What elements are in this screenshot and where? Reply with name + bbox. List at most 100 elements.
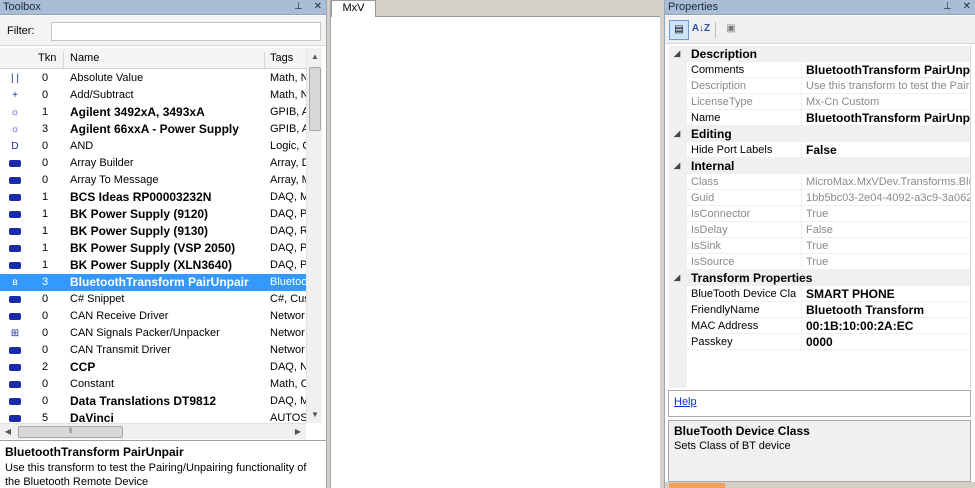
toolbox-item[interactable]: 1 BCS Ideas RP00003232N DAQ, M <box>0 189 307 206</box>
toolbox-item[interactable]: 1 BK Power Supply (9130) DAQ, R <box>0 223 307 240</box>
property-value[interactable]: 0000 <box>801 334 970 350</box>
toolbox-item[interactable]: 1 BK Power Supply (XLN3640) DAQ, P <box>0 257 307 274</box>
toolbox-item[interactable]: 0 CAN Transmit Driver Networ <box>0 342 307 359</box>
toolbox-item[interactable]: ☼ 3 Agilent 66xxA - Power Supply GPIB, A <box>0 121 307 138</box>
toolbox-vertical-scrollbar[interactable]: ▲ ▼ <box>306 49 322 423</box>
property-row[interactable]: Name BluetoothTransform PairUnpair <box>669 110 970 126</box>
toolbox-item[interactable]: 5 DaVinci AUTOS <box>0 410 307 423</box>
help-link[interactable]: Help <box>674 396 697 408</box>
toolbox-item[interactable]: 0 Array To Message Array, M <box>0 172 307 189</box>
collapse-icon[interactable]: ◢ <box>674 270 680 286</box>
toolbox-item-tags: GPIB, A <box>270 106 306 118</box>
toolbox-item[interactable]: +0 Add/Subtract Math, N <box>0 87 307 104</box>
scroll-left-icon[interactable]: ◀ <box>0 424 16 440</box>
toolbox-item-token: 1 <box>42 191 49 203</box>
toolbox-item[interactable]: ʙ 3 BluetoothTransform PairUnpair Bluetoo <box>0 274 307 291</box>
property-value[interactable]: Mx-Cn Custom <box>801 94 970 110</box>
toolbox-item-name: CAN Receive Driver <box>70 310 169 322</box>
toolbox-item[interactable]: ☼ 1 Agilent 3492xA, 3493xA GPIB, A <box>0 104 307 121</box>
property-row[interactable]: LicenseType Mx-Cn Custom <box>669 94 970 110</box>
property-row[interactable]: Comments BluetoothTransform PairUnpair <box>669 62 970 78</box>
property-value[interactable]: BluetoothTransform PairUnpair <box>801 62 970 78</box>
property-value[interactable]: Bluetooth Transform <box>801 302 970 318</box>
column-header-name[interactable]: Name <box>70 52 99 64</box>
alphabetical-icon[interactable]: A↓Z <box>691 20 711 40</box>
property-name: BlueTooth Device Cla <box>691 288 797 300</box>
tab-mxv[interactable]: MxV <box>331 0 376 17</box>
property-grid: ◢ Description Comments BluetoothTransform P… <box>669 46 970 388</box>
toolbox-item[interactable]: 2 CCP DAQ, N <box>0 359 307 376</box>
property-row[interactable]: Class MicroMax.MxVDev.Transforms.Bluetoot… <box>669 174 970 190</box>
property-value[interactable]: 00:1B:10:00:2A:EC <box>801 318 970 334</box>
toolbox-horizontal-scrollbar[interactable]: ◀ ⦀ ▶ <box>0 423 306 439</box>
property-category[interactable]: ◢ Editing <box>669 126 970 142</box>
toolbox-item[interactable]: 1 BK Power Supply (VSP 2050) DAQ, P <box>0 240 307 257</box>
property-pages-icon[interactable]: ▣ <box>721 20 741 40</box>
toolbox-item-name: Agilent 66xxA - Power Supply <box>70 122 239 136</box>
property-row[interactable]: Description Use this transform to test th… <box>669 78 970 94</box>
property-category[interactable]: ◢ Description <box>669 46 970 62</box>
property-row[interactable]: IsSink True <box>669 238 970 254</box>
collapse-icon[interactable]: ◢ <box>674 158 680 174</box>
property-name: FriendlyName <box>691 304 760 316</box>
property-value[interactable]: BluetoothTransform PairUnpair <box>801 110 970 126</box>
property-category[interactable]: ◢ Transform Properties <box>669 270 970 286</box>
categorized-icon[interactable]: ▤ <box>669 20 689 40</box>
property-row[interactable]: Guid 1bb5bc03-2e04-4092-a3c9-3a062c9 <box>669 190 970 206</box>
column-header-token[interactable]: Tkn <box>38 52 56 64</box>
connector-icon <box>8 395 22 408</box>
column-separator[interactable] <box>264 52 265 69</box>
column-header-tags[interactable]: Tags <box>270 52 293 64</box>
property-value[interactable]: False <box>801 142 970 158</box>
property-row[interactable]: MAC Address 00:1B:10:00:2A:EC <box>669 318 970 334</box>
toolbox-item[interactable]: | | 0 Absolute Value Math, N <box>0 70 307 87</box>
property-value[interactable]: 1bb5bc03-2e04-4092-a3c9-3a062c9 <box>801 190 970 206</box>
toolbox-item[interactable]: 0 Constant Math, C <box>0 376 307 393</box>
scroll-down-icon[interactable]: ▼ <box>307 407 323 423</box>
toolbox-item[interactable]: 0 Array Builder Array, D <box>0 155 307 172</box>
pin-icon[interactable]: ⊥ <box>943 1 952 12</box>
collapse-icon[interactable]: ◢ <box>674 126 680 142</box>
property-row[interactable]: Hide Port Labels False <box>669 142 970 158</box>
scroll-thumb[interactable] <box>309 67 321 131</box>
property-row[interactable]: Passkey 0000 <box>669 334 970 350</box>
property-row[interactable]: IsSource True <box>669 254 970 270</box>
toolbox-item[interactable]: ⊞ 0 CAN Signals Packer/Unpacker Networ <box>0 325 307 342</box>
toolbox-item[interactable]: 0 Data Translations DT9812 DAQ, M <box>0 393 307 410</box>
filter-input[interactable] <box>51 22 321 41</box>
network-icon: ⊞ <box>10 328 20 339</box>
column-separator[interactable] <box>63 52 64 69</box>
property-value[interactable]: True <box>801 254 970 270</box>
scroll-up-icon[interactable]: ▲ <box>307 49 323 65</box>
toolbox-item[interactable]: 0 CAN Receive Driver Networ <box>0 308 307 325</box>
property-value[interactable]: SMART PHONE <box>801 286 970 302</box>
property-value[interactable]: MicroMax.MxVDev.Transforms.Bluetooth <box>801 174 970 190</box>
property-value[interactable]: False <box>801 222 970 238</box>
toolbox-item-token: 0 <box>42 157 49 169</box>
close-icon[interactable]: ✕ <box>314 1 322 12</box>
property-name: LicenseType <box>691 96 753 108</box>
scroll-thumb[interactable]: ⦀ <box>18 426 123 438</box>
toolbox-description-pane: BluetoothTransform PairUnpair Use this t… <box>0 440 326 488</box>
property-name: Guid <box>691 192 715 204</box>
pin-icon[interactable]: ⊥ <box>294 1 303 12</box>
property-value[interactable]: Use this transform to test the Pairing/U <box>801 78 970 94</box>
property-value[interactable]: True <box>801 238 970 254</box>
property-value[interactable]: True <box>801 206 970 222</box>
property-category[interactable]: ◢ Internal <box>669 158 970 174</box>
toolbox-item[interactable]: D 0 AND Logic, C <box>0 138 307 155</box>
close-icon[interactable]: ✕ <box>963 1 971 12</box>
toolbox-item-tags: C#, Cus <box>270 293 306 305</box>
toolbox-item-tags: DAQ, N <box>270 361 306 373</box>
property-row[interactable]: IsDelay False <box>669 222 970 238</box>
connector-icon <box>8 157 22 170</box>
property-row[interactable]: FriendlyName Bluetooth Transform <box>669 302 970 318</box>
toolbox-item[interactable]: 0 C# Snippet C#, Cus <box>0 291 307 308</box>
toolbox-item-tags: Math, N <box>270 89 306 101</box>
toolbox-item[interactable]: 1 BK Power Supply (9120) DAQ, P <box>0 206 307 223</box>
collapse-icon[interactable]: ◢ <box>674 46 680 62</box>
property-row[interactable]: BlueTooth Device Cla SMART PHONE <box>669 286 970 302</box>
bottom-tab-active[interactable] <box>669 483 725 488</box>
scroll-right-icon[interactable]: ▶ <box>290 424 306 440</box>
property-row[interactable]: IsConnector True <box>669 206 970 222</box>
